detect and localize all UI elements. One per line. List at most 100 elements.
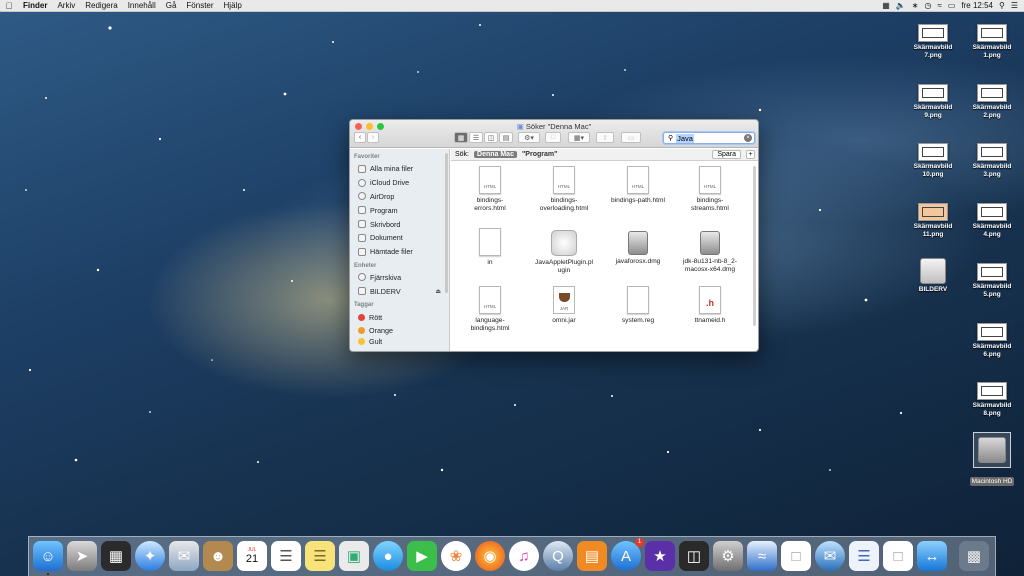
desktop-icon-skarmavbild-5[interactable]: Skärmavbild 5.png (969, 263, 1015, 299)
tags-button[interactable]: ▭ (621, 132, 641, 143)
sidebar-item-dokument[interactable]: Dokument (350, 231, 449, 245)
sidebar-scrollbar[interactable] (445, 153, 448, 293)
sidebar-tag-red[interactable]: Rött (350, 310, 449, 324)
sidebar-item-all-files[interactable]: Alla mina filer (350, 162, 449, 176)
file-item[interactable]: jdk-8u131-nb-8_2- macosx-x64.dmg (675, 228, 745, 274)
dock-stack-documents[interactable]: ☰ (849, 541, 879, 571)
dock-mail[interactable]: ✉ (169, 541, 199, 571)
desktop-icon-bilderv[interactable]: BILDERV (910, 258, 956, 294)
dock-calendar[interactable]: JUL 21 (237, 541, 267, 571)
dock-preview[interactable]: ▣ (339, 541, 369, 571)
desktop-icon-macintosh-hd[interactable]: Macintosh HD (968, 432, 1016, 488)
save-search-button[interactable]: Spara (712, 150, 741, 159)
dock-cloud-app[interactable]: ≈ (747, 541, 777, 571)
title-bar[interactable]: ▣ Söker "Denna Mac" ‹ › ▦ ☰ ◫ ▤ ⚙▾ □ ▦▾ … (350, 120, 758, 148)
scope-this-mac[interactable]: Denna Mac (474, 151, 517, 158)
view-columns-button[interactable]: ◫ (484, 132, 498, 143)
back-button[interactable]: ‹ (354, 132, 366, 143)
search-field[interactable]: ⚲ Java × (663, 132, 755, 144)
dock-messages[interactable]: ● (373, 541, 403, 571)
volume-icon[interactable]: 🔈 (896, 1, 906, 10)
view-coverflow-button[interactable]: ▤ (499, 132, 513, 143)
add-criteria-button[interactable]: + (746, 150, 755, 159)
dock-itunes[interactable]: ♫ (509, 541, 539, 571)
dock-thunderbird[interactable]: ✉ (815, 541, 845, 571)
sidebar-item-airdrop[interactable]: AirDrop (350, 190, 449, 204)
file-item[interactable]: HTML bindings-path.html (603, 166, 673, 205)
sidebar-tag-orange[interactable]: Orange (350, 324, 449, 338)
notification-center-icon[interactable]: ☰ (1011, 1, 1018, 10)
trash-button[interactable]: □ (545, 132, 561, 143)
dock-finder[interactable]: ☺ (33, 541, 63, 575)
dock-quicktime[interactable]: Q (543, 541, 573, 571)
clock[interactable]: fre 12:54 (961, 1, 993, 10)
file-item[interactable]: system.reg (603, 286, 673, 325)
menu-finder[interactable]: Finder (18, 1, 52, 10)
file-item[interactable]: .h ttnameid.h (675, 286, 745, 325)
dock-teamviewer[interactable]: ↔ (917, 541, 947, 571)
sidebar-item-bilderv[interactable]: BILDERV ⏏ (350, 284, 449, 298)
file-item[interactable]: HTML bindings- errors.html (455, 166, 525, 213)
share-button[interactable]: ⇧ (596, 132, 614, 143)
desktop-icon-skarmavbild-9[interactable]: Skärmavbild 9.png (910, 84, 956, 120)
view-icons-button[interactable]: ▦ (454, 132, 468, 143)
dock-document[interactable]: □ (781, 541, 811, 571)
dock-app-store[interactable]: A1 (611, 538, 644, 571)
sidebar-tag-yellow[interactable]: Gult (350, 338, 449, 346)
dock-imovie[interactable]: ★ (645, 541, 675, 571)
file-grid-scrollbar[interactable] (753, 166, 756, 326)
desktop-icon-skarmavbild-1[interactable]: Skärmavbild 1.png (969, 24, 1015, 60)
file-item[interactable]: JAR omni.jar (529, 286, 599, 325)
scope-program[interactable]: "Program" (522, 151, 557, 158)
dock-notes[interactable]: ☰ (305, 541, 335, 571)
menu-ga[interactable]: Gå (161, 1, 182, 10)
forward-button[interactable]: › (367, 132, 379, 143)
sidebar-item-icloud[interactable]: iCloud Drive (350, 176, 449, 190)
bluetooth-icon[interactable]: ∗ (912, 1, 919, 10)
sidebar-item-hamtade[interactable]: Hämtade filer (350, 245, 449, 259)
file-item[interactable]: HTML bindings- streams.html (675, 166, 745, 213)
desktop-icon-skarmavbild-7[interactable]: Skärmavbild 7.png (910, 24, 956, 60)
dock-ibooks[interactable]: ▤ (577, 541, 607, 571)
menu-extra-icon[interactable]: ▦ (882, 1, 890, 10)
eject-icon[interactable]: ⏏ (435, 288, 441, 295)
dock-mission-control[interactable]: ▦ (101, 541, 131, 571)
arrange-button[interactable]: ▦▾ (568, 132, 590, 143)
dock-contacts[interactable]: ☻ (203, 541, 233, 571)
file-item[interactable]: javaforosx.dmg (603, 228, 673, 266)
desktop-icon-skarmavbild-4[interactable]: Skärmavbild 4.png (969, 203, 1015, 239)
sidebar-item-program[interactable]: Program (350, 203, 449, 217)
wifi-icon[interactable]: ≈ (937, 1, 941, 10)
timemachine-icon[interactable]: ◷ (924, 1, 931, 10)
dock-trash[interactable]: ▩ (959, 541, 989, 571)
menu-innehall[interactable]: Innehåll (123, 1, 161, 10)
desktop-icon-skarmavbild-6[interactable]: Skärmavbild 6.png (969, 323, 1015, 359)
dock-photos[interactable]: ❀ (441, 541, 471, 571)
desktop-icon-skarmavbild-3[interactable]: Skärmavbild 3.png (969, 143, 1015, 179)
battery-icon[interactable]: ▭ (948, 1, 956, 10)
sidebar-item-fjarrskiva[interactable]: Fjärrskiva (350, 271, 449, 285)
menu-hjalp[interactable]: Hjälp (219, 1, 247, 10)
sidebar-item-skrivbord[interactable]: Skrivbord (350, 217, 449, 231)
dock-safari[interactable]: ✦ (135, 541, 165, 571)
menu-fonster[interactable]: Fönster (181, 1, 218, 10)
desktop-icon-skarmavbild-10[interactable]: Skärmavbild 10.png (910, 143, 956, 179)
dock-launchpad[interactable]: ➤ (67, 541, 97, 571)
file-item[interactable]: HTML bindings- overloading.html (529, 166, 599, 213)
view-list-button[interactable]: ☰ (469, 132, 483, 143)
dock-system-preferences[interactable]: ⚙ (713, 541, 743, 571)
apple-menu-icon[interactable]:  (0, 1, 18, 11)
desktop-icon-skarmavbild-11[interactable]: Skärmavbild 11.png (910, 203, 956, 239)
desktop-icon-skarmavbild-2[interactable]: Skärmavbild 2.png (969, 84, 1015, 120)
file-item[interactable]: in (455, 228, 525, 267)
dock-facetime[interactable]: ▶ (407, 541, 437, 571)
dock-reminders[interactable]: ☰ (271, 541, 301, 571)
menu-arkiv[interactable]: Arkiv (52, 1, 80, 10)
search-input[interactable]: Java (676, 133, 694, 143)
action-menu-button[interactable]: ⚙▾ (518, 132, 540, 143)
dock-firefox[interactable]: ◉ (475, 541, 505, 571)
dock-final-cut[interactable]: ◫ (679, 541, 709, 571)
clear-search-icon[interactable]: × (744, 134, 752, 142)
spotlight-icon[interactable]: ⚲ (999, 1, 1005, 10)
file-item[interactable]: HTML language- bindings.html (455, 286, 525, 333)
